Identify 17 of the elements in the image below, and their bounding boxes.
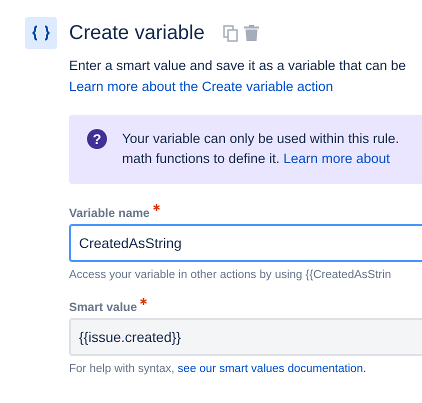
trash-icon[interactable] bbox=[244, 24, 259, 40]
info-text: math functions to define it. Learn more about bbox=[122, 150, 391, 168]
copy-icon[interactable] bbox=[222, 24, 238, 42]
documentation-link[interactable]: see our smart values documentation. bbox=[178, 363, 366, 375]
field-label: Variable name bbox=[69, 206, 150, 220]
info-text: Your variable can only be used within this rule. bbox=[122, 130, 400, 148]
braces-icon bbox=[25, 17, 57, 49]
help-text: Access your variable in other actions by using {{CreatedAsStrin bbox=[69, 269, 392, 281]
text-field[interactable]: {{issue.created}} bbox=[69, 318, 422, 356]
learn-more-link[interactable]: Learn more about the Create variable action bbox=[69, 79, 334, 94]
field-label: Smart value bbox=[69, 300, 138, 314]
question-icon: ? bbox=[87, 129, 107, 149]
action-title: Create variable bbox=[69, 22, 205, 44]
description-text: Enter a smart value and save it as a variable that can be bbox=[69, 57, 407, 75]
help-text: For help with syntax, see our smart values documentation. bbox=[69, 363, 368, 375]
text-field[interactable]: CreatedAsString bbox=[69, 224, 422, 262]
learn-more-link[interactable]: Learn more about bbox=[283, 151, 390, 166]
